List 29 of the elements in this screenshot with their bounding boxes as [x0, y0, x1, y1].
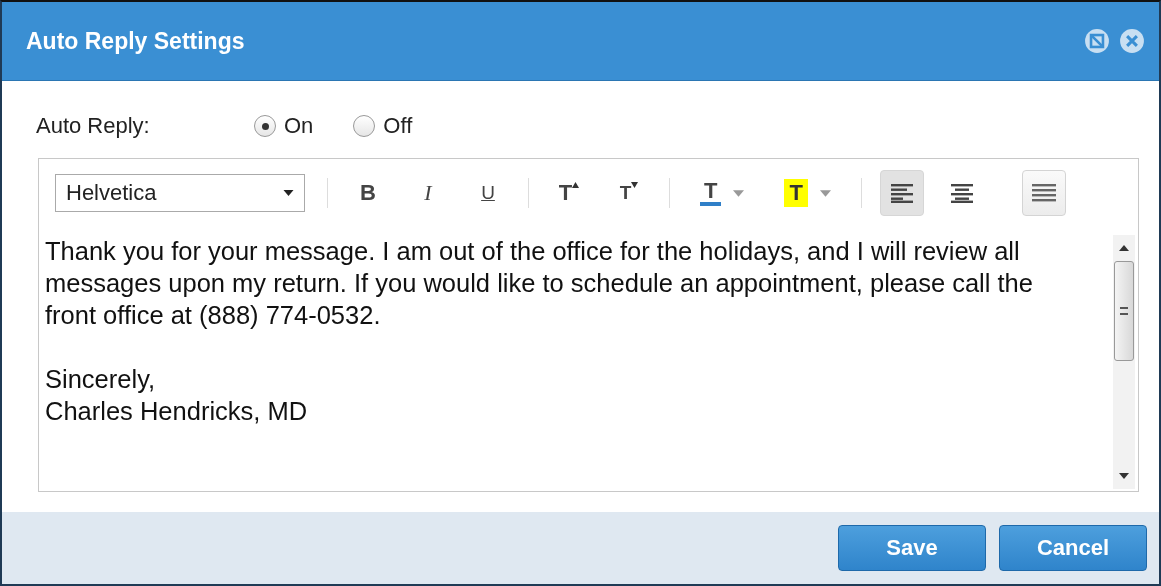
increase-font-button[interactable]: T [547, 170, 591, 216]
justify-icon[interactable] [1021, 170, 1066, 216]
italic-button[interactable]: I [406, 170, 450, 216]
caret-icon [819, 189, 831, 197]
scroll-up-icon[interactable] [1119, 245, 1129, 251]
highlight-button[interactable]: T [780, 170, 835, 216]
scrollbar[interactable] [1113, 235, 1135, 489]
scroll-down-icon[interactable] [1119, 473, 1129, 479]
message-text: Thank you for your message. I am out of the office for the holidays, and I will review all messages upon my return. If you would like to schedule an appointment, please call the front office at (888) 774-0532. [45, 236, 1034, 331]
triangle-icon [572, 182, 580, 188]
bold-button[interactable]: B [346, 170, 390, 216]
close-icon[interactable] [1119, 28, 1145, 54]
decrease-font-button[interactable]: T [607, 170, 651, 216]
scroll-thumb[interactable] [1114, 261, 1134, 361]
message-text: Charles Hendricks, MD [45, 396, 309, 427]
radio-option[interactable]: On [254, 113, 314, 139]
minimize-icon[interactable] [1084, 28, 1110, 54]
auto-reply-label: Auto Reply: [36, 113, 151, 139]
caret-icon [733, 189, 745, 197]
text-color-button[interactable]: T [696, 170, 749, 216]
radio-option[interactable]: Off [353, 113, 413, 139]
message-text: Sincerely, [45, 364, 157, 395]
window-title: Auto Reply Settings [26, 27, 245, 55]
align-left-icon[interactable] [879, 170, 924, 216]
triangle-icon [631, 182, 639, 188]
caret-icon [283, 190, 294, 196]
underline-button[interactable]: U [466, 170, 510, 216]
font-dropdown[interactable]: Helvetica [55, 174, 305, 212]
grip-icon [1120, 307, 1128, 315]
